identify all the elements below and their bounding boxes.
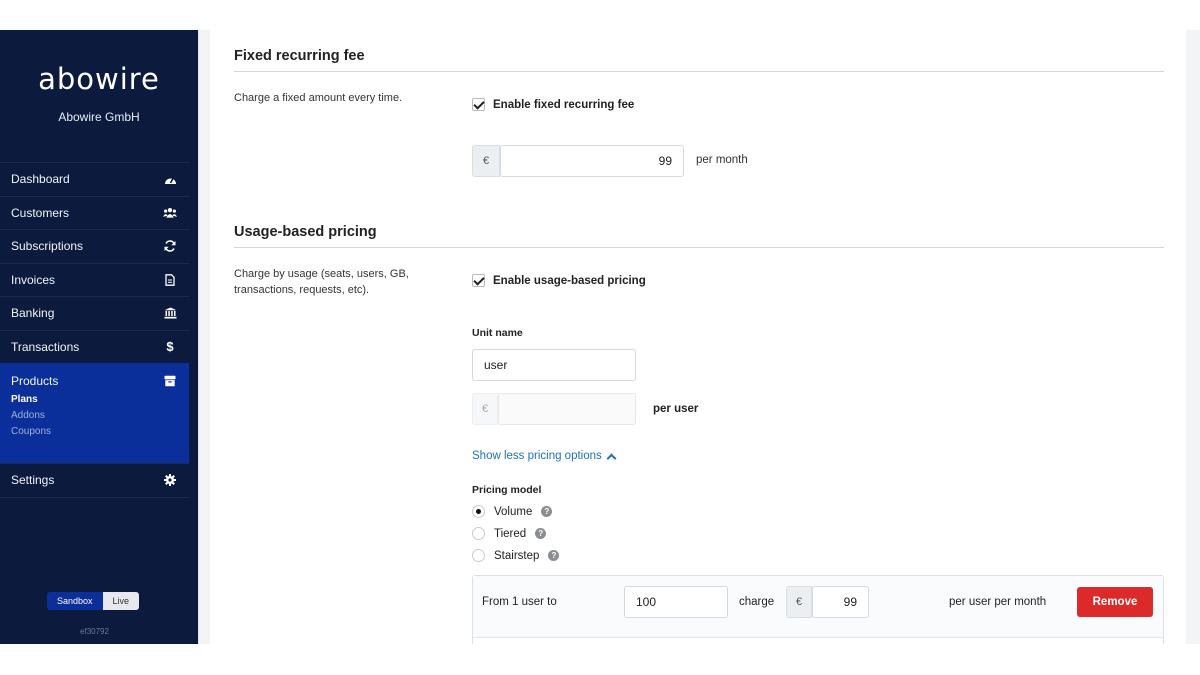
enable-fixed-fee-checkbox[interactable]: Enable fixed recurring fee (472, 98, 634, 111)
box-icon (163, 374, 177, 388)
dollar-icon: $ (166, 339, 174, 355)
live-button[interactable]: Live (102, 592, 140, 610)
sidebar-item-label: Banking (11, 306, 55, 321)
radio-unselected[interactable] (472, 527, 485, 540)
tier-from-label: From 1 user to (482, 596, 557, 608)
pricing-model-option-label: Tiered (494, 527, 527, 540)
toggle-pricing-options-label: Show less pricing options (472, 450, 602, 462)
pricing-model-stairstep[interactable]: Stairstep ? (472, 549, 560, 562)
unit-price-suffix: per user (653, 403, 699, 415)
main-content: Fixed recurring fee Charge a fixed amoun… (210, 30, 1186, 644)
app-logo: abowire (38, 62, 160, 96)
sidebar-item-subscriptions[interactable]: Subscriptions (0, 229, 189, 263)
tier-row: From 1 user to 100 charge € 99 per user … (473, 576, 1163, 638)
sidebar-subitem-addons[interactable]: Addons (11, 410, 51, 421)
chevron-up-icon (606, 453, 617, 463)
tier-currency-addon: € (786, 586, 812, 618)
app-window: abowire Abowire GmbH Dashboard Customers… (0, 30, 1200, 644)
enable-usage-pricing-label: Enable usage-based pricing (493, 274, 646, 287)
help-icon[interactable]: ? (541, 506, 553, 517)
fixed-fee-title: Fixed recurring fee (234, 48, 365, 64)
unit-name-label: Unit name (472, 327, 523, 339)
sidebar-item-settings[interactable]: Settings (0, 463, 189, 497)
gear-icon (163, 473, 177, 487)
enable-fixed-fee-label: Enable fixed recurring fee (493, 98, 635, 111)
sidebar-divider (0, 496, 189, 498)
unit-name-input[interactable]: user (472, 349, 636, 381)
sidebar-item-banking[interactable]: Banking (0, 296, 189, 330)
pricing-model-tiered[interactable]: Tiered ? (472, 527, 547, 540)
refresh-icon (163, 239, 177, 253)
pricing-model-volume[interactable]: Volume ? (472, 505, 553, 518)
sidebar-item-dashboard[interactable]: Dashboard (0, 162, 189, 196)
content-gutter (198, 30, 210, 644)
usage-pricing-description: Charge by usage (seats, users, GB, trans… (234, 268, 409, 296)
sidebar-item-customers[interactable]: Customers (0, 195, 189, 230)
tier-upper-bound-input[interactable]: 100 (624, 586, 728, 618)
usage-pricing-title: Usage-based pricing (234, 224, 377, 240)
checkbox-checked[interactable] (472, 274, 485, 287)
sidebar-nav: Dashboard Customers Subscriptions Invoic… (0, 162, 189, 498)
document-icon (163, 273, 177, 287)
enable-usage-pricing-checkbox[interactable]: Enable usage-based pricing (472, 274, 646, 287)
bank-icon (163, 306, 177, 320)
radio-unselected[interactable] (472, 549, 485, 562)
sidebar: abowire Abowire GmbH Dashboard Customers… (0, 30, 198, 644)
sidebar-item-label: Subscriptions (11, 239, 84, 254)
sidebar-item-label: Settings (11, 473, 55, 488)
section-divider (234, 71, 1164, 72)
sidebar-item-label: Products (11, 374, 59, 388)
help-icon[interactable]: ? (548, 550, 560, 561)
products-submenu: Plans Addons Coupons (11, 394, 51, 437)
right-gutter (1186, 30, 1200, 644)
fixed-fee-description: Charge a fixed amount every time. (234, 92, 403, 104)
tier-list: From 1 user to 100 charge € 99 per user … (472, 575, 1164, 644)
fixed-fee-amount-input[interactable]: 99 (500, 145, 684, 177)
sidebar-item-label: Transactions (11, 339, 80, 354)
sidebar-item-label: Dashboard (11, 172, 70, 187)
radio-selected[interactable] (472, 505, 485, 518)
sidebar-subitem-plans[interactable]: Plans (11, 394, 51, 405)
unit-currency-addon: € (472, 393, 498, 425)
company-name: Abowire GmbH (58, 110, 140, 124)
sidebar-item-label: Invoices (11, 272, 56, 287)
unit-price-input[interactable] (498, 393, 636, 425)
users-icon (163, 206, 177, 220)
currency-addon: € (472, 145, 500, 177)
sandbox-button[interactable]: Sandbox (47, 592, 103, 610)
toggle-pricing-options-link[interactable]: Show less pricing options (472, 450, 617, 463)
build-id: ef30792 (80, 627, 109, 636)
tier-price-input[interactable]: 99 (812, 586, 869, 618)
tier-charge-label: charge (739, 596, 775, 608)
sidebar-item-label: Customers (11, 205, 70, 220)
help-icon[interactable]: ? (535, 528, 547, 539)
sidebar-item-invoices[interactable]: Invoices (0, 262, 189, 297)
tier-price-suffix: per user per month (949, 596, 1047, 608)
pricing-model-option-label: Volume (494, 505, 533, 518)
checkbox-checked[interactable] (472, 98, 485, 111)
section-divider (234, 247, 1164, 248)
pricing-model-option-label: Stairstep (494, 549, 540, 562)
sidebar-item-products[interactable]: Products Plans Addons Coupons (0, 363, 189, 463)
pricing-model-label: Pricing model (472, 484, 542, 496)
brand-block: abowire Abowire GmbH (0, 30, 198, 162)
sidebar-item-transactions[interactable]: Transactions $ (0, 329, 189, 364)
products-header: Products (11, 374, 177, 388)
environment-toggle: Sandbox Live (47, 592, 140, 610)
sidebar-subitem-coupons[interactable]: Coupons (11, 426, 51, 437)
remove-tier-button[interactable]: Remove (1077, 587, 1153, 617)
fixed-fee-suffix: per month (696, 154, 748, 166)
gauge-icon (163, 172, 177, 186)
